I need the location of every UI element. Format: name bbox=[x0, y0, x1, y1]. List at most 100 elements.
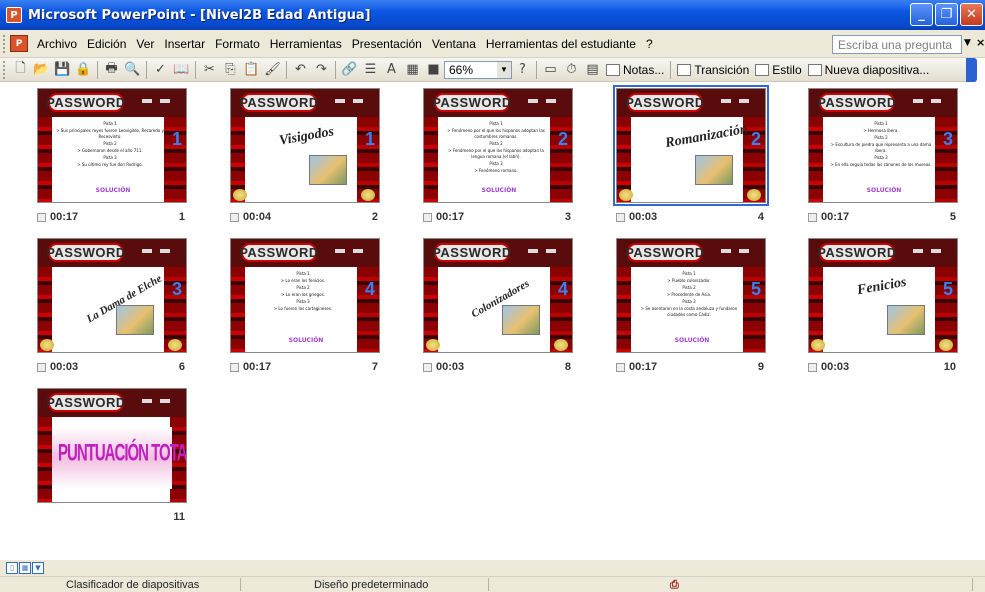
solution-button[interactable]: SOLUCIÓN bbox=[231, 337, 379, 344]
menu-herramientas-estudiante[interactable]: Herramientas del estudiante bbox=[481, 37, 641, 51]
slide-thumbnail[interactable]: PASSWORD 4 Colonizadores bbox=[423, 238, 573, 353]
print-preview-icon[interactable]: 🔍 bbox=[122, 60, 143, 80]
show-formatting-icon[interactable]: A bbox=[381, 60, 402, 80]
slide-sorter-pane[interactable]: PASSWORD 1 Pista 1 > Sus principales reyes … bbox=[0, 82, 985, 560]
menu-help[interactable]: ? bbox=[641, 37, 658, 51]
open-icon[interactable]: 📂 bbox=[31, 60, 52, 80]
slide-thumbnail[interactable]: PASSWORD 5 Pista 1 > Pueblo colonizador. Pis… bbox=[616, 238, 766, 353]
close-button[interactable]: ✕ bbox=[960, 3, 983, 26]
summary-slide-icon[interactable]: ▤ bbox=[582, 60, 603, 80]
slide-thumbnail[interactable]: PASSWORD 4 Pista 1 > Lo eran los fenicios. P… bbox=[230, 238, 380, 353]
document-close-icon[interactable]: × bbox=[976, 36, 985, 49]
toolbar-grip[interactable] bbox=[3, 60, 7, 79]
answer-image bbox=[116, 305, 154, 335]
slide-thumbnail[interactable]: PASSWORD 2 Pista 1 > Fenómeno por el que lo… bbox=[423, 88, 573, 203]
document-icon[interactable]: P bbox=[10, 35, 28, 52]
clue-text: Pista 1 > Lo eran los fenicios. Pista 2 > L… bbox=[249, 271, 357, 313]
slide-thumbnail[interactable]: PASSWORD 3 La Dama de Elche bbox=[37, 238, 187, 353]
menu-ver[interactable]: Ver bbox=[131, 37, 159, 51]
slide-thumbnail[interactable]: PASSWORD 3 Pista 1 > Hermosa íbera. Pista 2 >… bbox=[808, 88, 958, 203]
slideshow-view-icon[interactable]: ▼ bbox=[32, 562, 44, 574]
normal-view-icon[interactable]: ▯ bbox=[6, 562, 18, 574]
flower-icon bbox=[747, 189, 761, 201]
print-icon[interactable]: 🖶 bbox=[101, 60, 122, 80]
slide-thumbnail[interactable]: PASSWORD 1 Pista 1 > Sus principales reyes … bbox=[37, 88, 187, 203]
permission-icon[interactable]: 🔒 bbox=[73, 60, 94, 80]
rehearse-timings-icon[interactable]: ⏱ bbox=[561, 60, 582, 80]
help-icon[interactable]: ? bbox=[512, 60, 533, 80]
transition-icon[interactable] bbox=[808, 213, 817, 222]
menu-presentacion[interactable]: Presentación bbox=[347, 37, 427, 51]
grid-icon[interactable]: ▦ bbox=[402, 60, 423, 80]
redo-icon[interactable]: ↷ bbox=[311, 60, 332, 80]
flower-icon bbox=[619, 189, 633, 201]
zoom-dropdown-icon[interactable]: ▼ bbox=[497, 61, 511, 78]
hide-slide-icon[interactable]: ▭ bbox=[540, 60, 561, 80]
maximize-button[interactable]: ❐ bbox=[935, 3, 958, 26]
slide-meta: 00:03 6 bbox=[37, 361, 187, 375]
menubar-grip[interactable] bbox=[3, 34, 7, 53]
spelling-status-icon[interactable]: ⎙ bbox=[670, 579, 679, 592]
expand-all-icon[interactable]: ☰ bbox=[360, 60, 381, 80]
solution-button[interactable]: SOLUCIÓN bbox=[809, 187, 957, 194]
toolbar-options-icon[interactable] bbox=[966, 58, 977, 82]
solution-button[interactable]: SOLUCIÓN bbox=[424, 187, 572, 194]
notes-button[interactable]: Notas... bbox=[603, 63, 667, 77]
menu-edicion[interactable]: Edición bbox=[82, 37, 131, 51]
style-button[interactable]: Estilo bbox=[752, 63, 804, 77]
slide-meta: 00:03 10 bbox=[808, 361, 958, 375]
slide-thumbnail[interactable]: PASSWORD PUNTUACIÓN TOTAL bbox=[37, 388, 187, 503]
password-logo: PASSWORD bbox=[625, 243, 705, 262]
new-slide-button[interactable]: Nueva diapositiva... bbox=[805, 63, 933, 77]
transition-icon[interactable] bbox=[616, 363, 625, 372]
slide-meta: 00:17 1 bbox=[37, 211, 187, 225]
slide-meta: 00:04 2 bbox=[230, 211, 380, 225]
new-slide-label: Nueva diapositiva... bbox=[824, 62, 930, 77]
password-logo: PASSWORD bbox=[46, 393, 126, 412]
cut-icon[interactable]: ✂ bbox=[199, 60, 220, 80]
status-view: Clasificador de diapositivas bbox=[66, 579, 200, 591]
slide-thumbnail[interactable]: PASSWORD 1 Visigodos bbox=[230, 88, 380, 203]
new-icon[interactable]: 🗋 bbox=[10, 60, 31, 80]
transition-icon[interactable] bbox=[230, 363, 239, 372]
format-painter-icon[interactable]: 🖌 bbox=[262, 60, 283, 80]
spelling-icon[interactable]: ✓ bbox=[150, 60, 171, 80]
solution-button[interactable]: SOLUCIÓN bbox=[617, 337, 765, 344]
ask-question-input[interactable]: Escriba una pregunta bbox=[832, 35, 962, 54]
copy-icon[interactable]: ⎘ bbox=[220, 60, 241, 80]
transition-icon[interactable] bbox=[230, 213, 239, 222]
clue-line: Pista 2 bbox=[103, 141, 117, 146]
transition-button[interactable]: Transición bbox=[674, 63, 752, 77]
undo-icon[interactable]: ↶ bbox=[290, 60, 311, 80]
transition-icon[interactable] bbox=[616, 213, 625, 222]
slide-thumbnail[interactable]: PASSWORD 2 Romanización bbox=[613, 85, 769, 206]
slide-thumbnail[interactable]: PASSWORD 5 Fenicios bbox=[808, 238, 958, 353]
clue-line: > Fenómeno por el que los hispanos adopt… bbox=[448, 148, 544, 159]
slide-number: 7 bbox=[371, 361, 378, 373]
menu-insertar[interactable]: Insertar bbox=[159, 37, 210, 51]
menu-herramientas[interactable]: Herramientas bbox=[265, 37, 347, 51]
save-icon[interactable]: 💾 bbox=[52, 60, 73, 80]
transition-icon[interactable] bbox=[37, 213, 46, 222]
paste-icon[interactable]: 📋 bbox=[241, 60, 262, 80]
round-number-badge: 3 bbox=[942, 129, 953, 149]
powerpoint-app-icon[interactable]: P bbox=[6, 7, 22, 23]
slide-sorter-view-icon[interactable]: ▦ bbox=[19, 562, 31, 574]
menu-ventana[interactable]: Ventana bbox=[427, 37, 481, 51]
flower-icon bbox=[554, 339, 568, 351]
menu-formato[interactable]: Formato bbox=[210, 37, 265, 51]
minimize-button[interactable]: _ bbox=[910, 3, 933, 26]
final-title: PUNTUACIÓN TOTAL bbox=[58, 439, 187, 468]
research-icon[interactable]: 📖 bbox=[171, 60, 192, 80]
transition-icon[interactable] bbox=[423, 363, 432, 372]
transition-icon[interactable] bbox=[808, 363, 817, 372]
transition-icon[interactable] bbox=[423, 213, 432, 222]
hyperlink-icon[interactable]: 🔗 bbox=[339, 60, 360, 80]
clue-line: Pista 2 bbox=[874, 135, 888, 140]
menu-archivo[interactable]: Archivo bbox=[32, 37, 82, 51]
ask-dropdown-icon[interactable]: ▼ bbox=[964, 38, 971, 48]
zoom-select[interactable]: 66% ▼ bbox=[444, 60, 512, 79]
transition-icon[interactable] bbox=[37, 363, 46, 372]
color-grayscale-icon[interactable]: ■ bbox=[423, 60, 444, 80]
solution-button[interactable]: SOLUCIÓN bbox=[38, 187, 186, 194]
